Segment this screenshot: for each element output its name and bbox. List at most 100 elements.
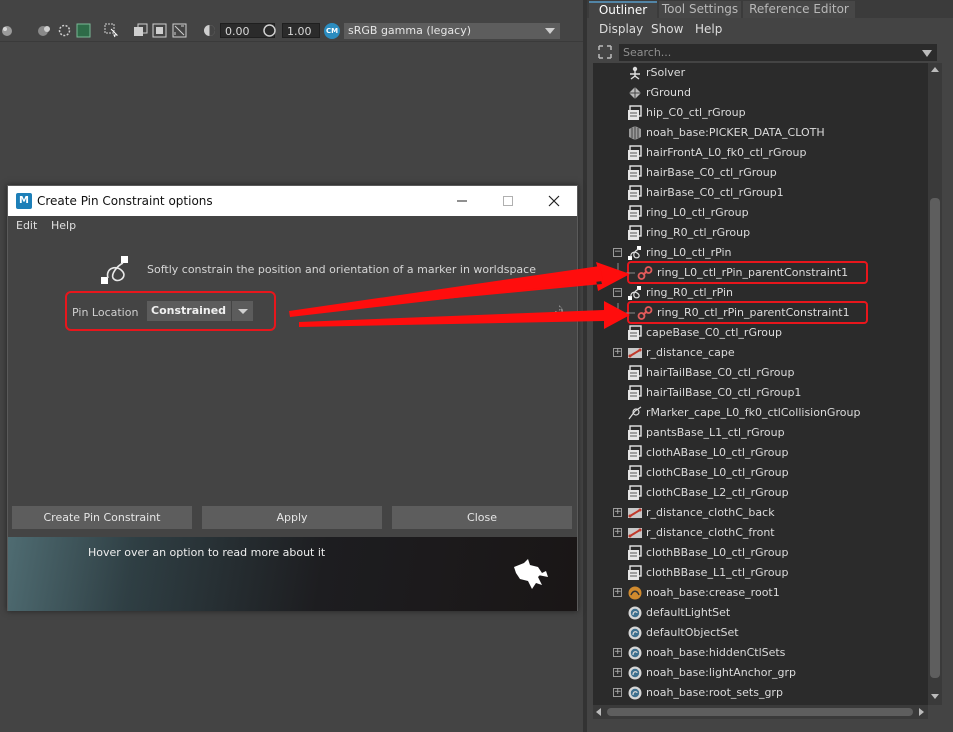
select-camera-icon[interactable]	[104, 23, 119, 38]
dialog-titlebar[interactable]: M Create Pin Constraint options	[8, 186, 577, 216]
gamma-field[interactable]: 1.00	[282, 23, 320, 38]
outliner-row[interactable]: defaultObjectSet	[593, 623, 928, 643]
scrollbar-thumb[interactable]	[930, 198, 940, 678]
maximize-button[interactable]	[485, 186, 531, 216]
outliner-row[interactable]: hairTailBase_C0_ctl_rGroup1	[593, 383, 928, 403]
exposure-icon[interactable]	[202, 23, 217, 38]
outliner-row[interactable]: noah_base:PICKER_DATA_CLOTH	[593, 123, 928, 143]
chevron-down-icon[interactable]	[540, 23, 560, 39]
shaded-sphere-icon[interactable]	[0, 23, 15, 38]
reset-icon[interactable]	[553, 305, 565, 317]
close-window-button[interactable]	[531, 186, 577, 216]
outliner-row[interactable]: defaultLightSet	[593, 603, 928, 623]
expand-toggle-icon[interactable]: +	[613, 508, 622, 517]
chevron-down-icon[interactable]	[922, 48, 932, 57]
expand-toggle-icon[interactable]: +	[613, 648, 622, 657]
xray-icon[interactable]	[57, 23, 72, 38]
outliner-row[interactable]: + r_distance_clothC_back	[593, 503, 928, 523]
outliner-row[interactable]: − ring_R0_ctl_rPin	[593, 283, 928, 303]
annotation-highlight-box	[65, 291, 276, 331]
outliner-row[interactable]: − ring_L0_ctl_rPin	[593, 243, 928, 263]
outliner-row[interactable]: clothABase_L0_ctl_rGroup	[593, 443, 928, 463]
group-icon	[627, 105, 643, 121]
outliner-row[interactable]: pantsBase_L1_ctl_rGroup	[593, 423, 928, 443]
close-button[interactable]: Close	[392, 506, 572, 529]
tab-reference-editor[interactable]: Reference Editor	[743, 1, 855, 18]
outliner-row[interactable]: + noah_base:lightAnchor_grp	[593, 663, 928, 683]
gamma-icon[interactable]	[262, 23, 277, 38]
tool-description: Softly constrain the position and orient…	[147, 263, 536, 276]
outliner-row[interactable]: clothBBase_L1_ctl_rGroup	[593, 563, 928, 583]
outliner-list[interactable]: rSolver rGround hip_C0_ctl_rGroup noah_base…	[593, 63, 928, 705]
outliner-row-label: hairTailBase_C0_ctl_rGroup	[646, 366, 795, 379]
set-icon	[627, 605, 643, 621]
outliner-row-label: ring_R0_ctl_rPin	[646, 286, 734, 299]
outliner-row[interactable]: + noah_base:hiddenCtlSets	[593, 643, 928, 663]
outliner-row[interactable]: ring_L0_ctl_rPin_parentConstraint1	[593, 263, 928, 283]
outliner-row[interactable]: clothCBase_L2_ctl_rGroup	[593, 483, 928, 503]
search-input[interactable]: Search...	[619, 44, 937, 61]
outliner-row[interactable]: + r_distance_clothC_front	[593, 523, 928, 543]
outliner-row[interactable]: capeBase_C0_ctl_rGroup	[593, 323, 928, 343]
outliner-row[interactable]: rSolver	[593, 63, 928, 83]
set-icon	[627, 665, 643, 681]
scrollbar-thumb[interactable]	[607, 708, 913, 716]
expand-toggle-icon[interactable]: +	[613, 668, 622, 677]
outliner-row-label: noah_base:lightAnchor_grp	[646, 666, 796, 679]
expand-toggle-icon[interactable]: +	[613, 528, 622, 537]
create-pin-constraint-button[interactable]: Create Pin Constraint	[12, 506, 192, 529]
smooth-shade-icon[interactable]	[37, 23, 52, 38]
tab-tool-settings[interactable]: Tool Settings	[659, 1, 741, 18]
set-icon	[627, 625, 643, 641]
color-management-icon[interactable]: CM	[324, 23, 340, 39]
menu-edit[interactable]: Edit	[16, 219, 37, 232]
expand-toggle-icon[interactable]: +	[613, 348, 622, 357]
menu-display[interactable]: Display	[599, 20, 643, 38]
isolate-select-icon[interactable]	[76, 23, 91, 38]
outliner-row[interactable]: hairFrontA_L0_fk0_ctl_rGroup	[593, 143, 928, 163]
expand-toggle-icon[interactable]: +	[613, 588, 622, 597]
film-gate-icon[interactable]	[133, 23, 148, 38]
expand-toggle-icon[interactable]: −	[613, 248, 622, 257]
outliner-row[interactable]: ring_R0_ctl_rGroup	[593, 223, 928, 243]
outliner-row[interactable]: ring_L0_ctl_rGroup	[593, 203, 928, 223]
outliner-row[interactable]: + noah_base:root_sets_grp	[593, 683, 928, 703]
outliner-row[interactable]: ring_R0_ctl_rPin_parentConstraint1	[593, 303, 928, 323]
outliner-row[interactable]: rMarker_cape_L0_fk0_ctlCollisionGroup	[593, 403, 928, 423]
outliner-row[interactable]: clothCBase_L0_ctl_rGroup	[593, 463, 928, 483]
pin-icon	[627, 285, 643, 301]
colorspace-dropdown[interactable]: sRGB gamma (legacy)	[344, 23, 560, 39]
filter-icon[interactable]	[597, 44, 613, 60]
menu-help[interactable]: Help	[695, 20, 722, 38]
outliner-row[interactable]: rGround	[593, 83, 928, 103]
vertical-scrollbar[interactable]	[928, 63, 942, 705]
tab-outliner[interactable]: Outliner	[589, 1, 657, 18]
minimize-button[interactable]	[439, 186, 485, 216]
scroll-up-icon[interactable]	[928, 63, 942, 75]
scroll-right-icon[interactable]	[915, 705, 927, 719]
outliner-row[interactable]: hairTailBase_C0_ctl_rGroup	[593, 363, 928, 383]
outliner-row[interactable]: clothBBase_L0_ctl_rGroup	[593, 543, 928, 563]
horizontal-scrollbar[interactable]	[593, 705, 928, 719]
scroll-down-icon[interactable]	[928, 691, 942, 703]
outliner-row-label: clothBBase_L0_ctl_rGroup	[646, 546, 789, 559]
apply-button[interactable]: Apply	[202, 506, 382, 529]
scroll-left-icon[interactable]	[593, 705, 605, 719]
resolution-gate-icon[interactable]	[152, 23, 167, 38]
outliner-row[interactable]: hairBase_C0_ctl_rGroup	[593, 163, 928, 183]
field-chart-icon[interactable]	[172, 23, 187, 38]
group-icon	[627, 365, 643, 381]
group-icon	[627, 465, 643, 481]
help-banner: Hover over an option to read more about …	[8, 537, 577, 611]
expand-toggle-icon[interactable]: −	[613, 288, 622, 297]
expand-toggle-icon[interactable]: +	[613, 688, 622, 697]
outliner-row-label: ring_L0_ctl_rPin	[646, 246, 732, 259]
outliner-row[interactable]: + noah_base:crease_root1	[593, 583, 928, 603]
outliner-row[interactable]: + r_distance_cape	[593, 343, 928, 363]
outliner-row[interactable]: hairBase_C0_ctl_rGroup1	[593, 183, 928, 203]
menu-help[interactable]: Help	[51, 219, 76, 232]
outliner-row[interactable]: hip_C0_ctl_rGroup	[593, 103, 928, 123]
menu-show[interactable]: Show	[651, 20, 683, 38]
outliner-row-label: noah_base:PICKER_DATA_CLOTH	[646, 126, 825, 139]
outliner-row-label: defaultObjectSet	[646, 626, 739, 639]
